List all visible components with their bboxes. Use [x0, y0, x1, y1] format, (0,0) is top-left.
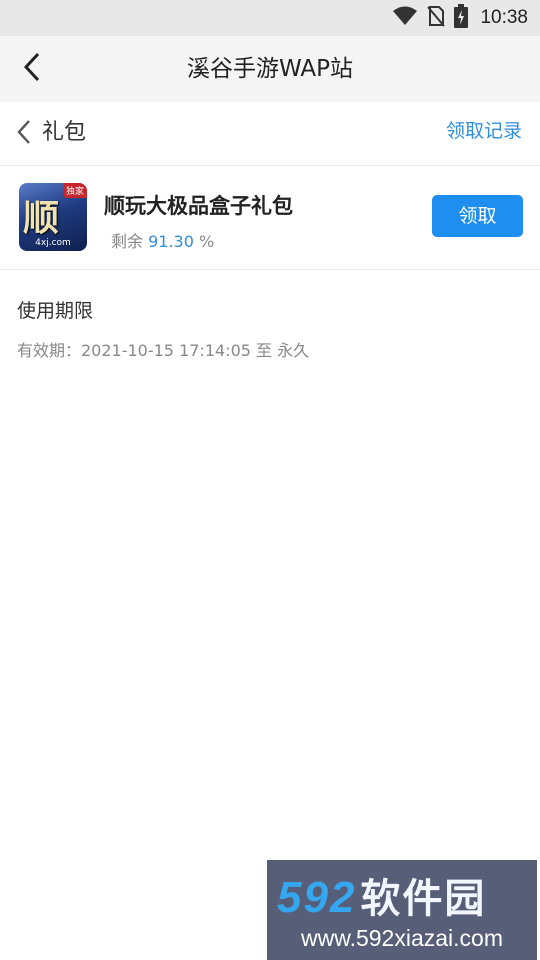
watermark-logo: 592 软件园 www.592xiazai.com — [267, 860, 537, 960]
battery-charging-icon — [454, 4, 469, 32]
gift-card: 顺玩 独家 4xj.com 顺玩大极品盒子礼包 剩余 91.30 % 领取 — [0, 166, 540, 270]
game-icon-domain: 4xj.com — [35, 238, 71, 248]
app-title: 溪谷手游WAP站 — [186, 56, 354, 82]
sub-header: 礼包 领取记录 — [0, 102, 540, 166]
gift-name: 顺玩大极品盒子礼包 — [104, 194, 293, 218]
app-bar: 溪谷手游WAP站 — [0, 36, 540, 102]
page-title: 礼包 — [42, 120, 87, 145]
gift-remaining-value: 91.30 — [148, 232, 194, 251]
app-back-button[interactable] — [12, 49, 52, 89]
status-icons: 10:38 — [392, 0, 528, 36]
no-sim-icon — [426, 5, 446, 31]
gift-remaining: 剩余 91.30 % — [111, 228, 214, 252]
watermark-brand-digits: 592 — [277, 873, 357, 922]
chevron-left-icon — [16, 119, 32, 149]
validity-title: 使用期限 — [17, 300, 94, 322]
validity-text: 有效期：2021-10-15 17:14:05 至 永久 — [17, 341, 310, 360]
status-time: 10:38 — [480, 7, 528, 28]
game-icon-badge: 独家 — [62, 183, 87, 198]
gift-remaining-unit: % — [199, 232, 215, 251]
claim-button[interactable]: 领取 — [432, 195, 523, 237]
watermark-url: www.592xiazai.com — [301, 925, 503, 951]
wifi-icon — [392, 6, 418, 30]
chevron-left-icon — [22, 52, 42, 86]
watermark-brand-cn: 软件园 — [360, 877, 487, 921]
claim-history-link[interactable]: 领取记录 — [446, 102, 522, 166]
gift-remaining-label: 剩余 — [111, 232, 144, 251]
status-bar: 10:38 — [0, 0, 540, 36]
watermark-brand: 592 软件园 — [277, 866, 486, 924]
game-icon: 顺玩 独家 4xj.com — [19, 183, 87, 251]
sub-back-button[interactable] — [10, 118, 38, 150]
